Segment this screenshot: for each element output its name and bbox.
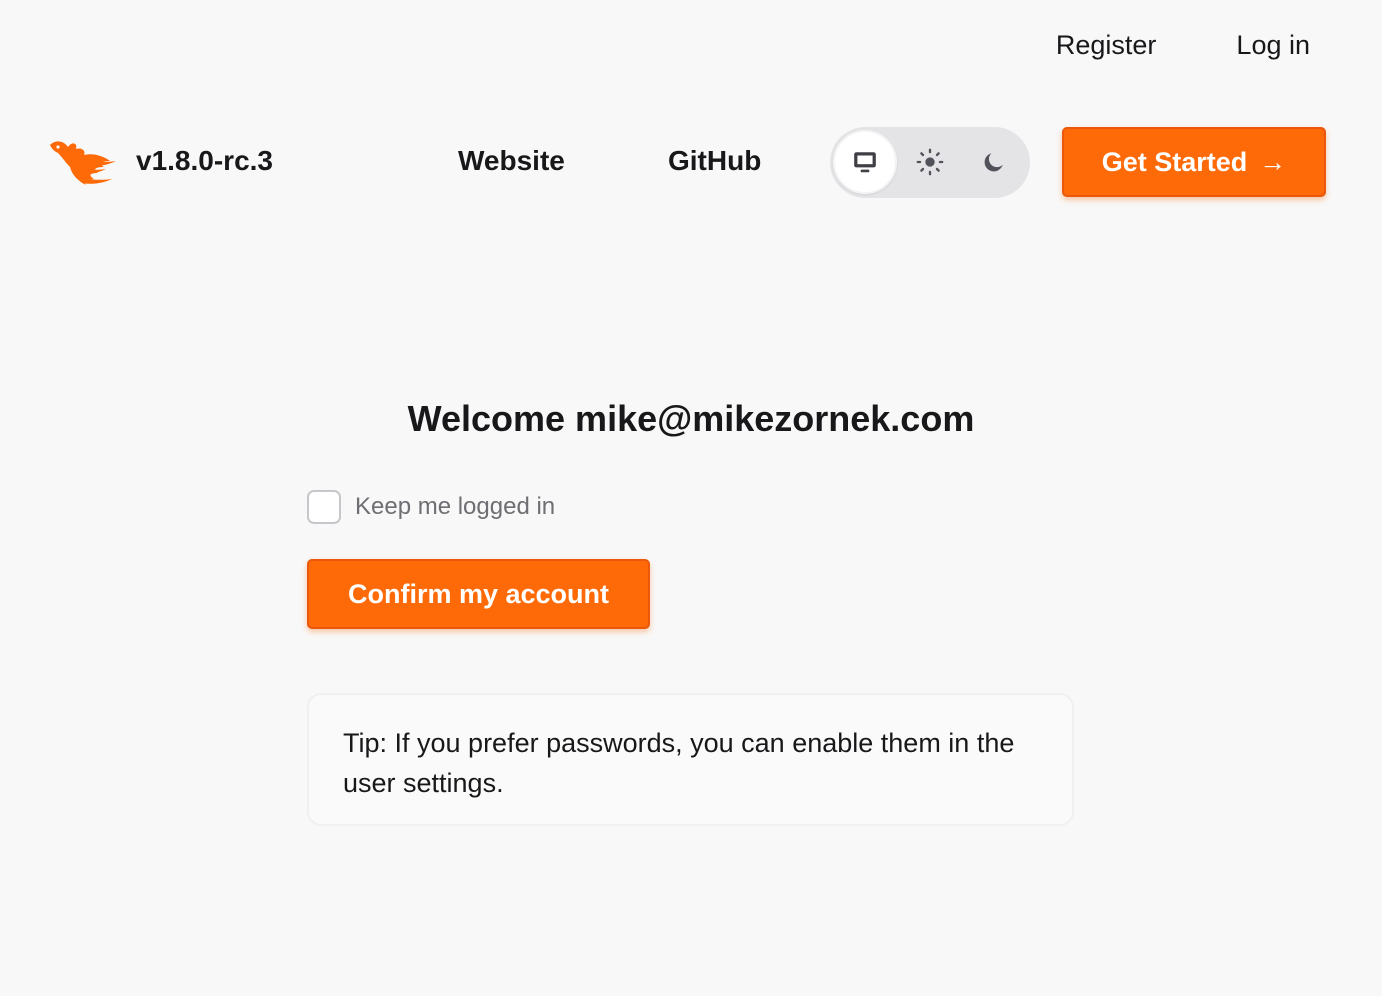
sun-icon <box>916 148 944 176</box>
top-nav: Register Log in <box>1056 30 1310 61</box>
arrow-right-icon: → <box>1259 146 1287 177</box>
keep-logged-in-row[interactable]: Keep me logged in <box>307 490 555 524</box>
monitor-icon <box>854 152 876 173</box>
site-header: v1.8.0-rc.3 Website GitHub Get Started → <box>48 127 1326 198</box>
keep-logged-in-label: Keep me logged in <box>355 493 556 520</box>
confirm-account-button[interactable]: Confirm my account <box>307 559 650 629</box>
phoenix-logo-icon[interactable] <box>48 135 120 189</box>
theme-system-button[interactable] <box>833 130 897 194</box>
page-title: Welcome mike@mikezornek.com <box>407 398 975 439</box>
get-started-label: Get Started <box>1101 146 1248 177</box>
theme-light-button[interactable] <box>898 130 962 194</box>
website-link[interactable]: Website <box>458 145 565 177</box>
github-link[interactable]: GitHub <box>668 145 761 177</box>
tip-box: Tip: If you prefer passwords, you can en… <box>307 693 1074 826</box>
tip-text: Tip: If you prefer passwords, you can en… <box>343 728 1015 798</box>
get-started-button[interactable]: Get Started → <box>1062 127 1326 197</box>
version-label: v1.8.0-rc.3 <box>136 145 273 176</box>
moon-icon <box>984 153 1003 172</box>
register-link[interactable]: Register <box>1056 30 1157 61</box>
theme-dark-button[interactable] <box>962 130 1026 194</box>
keep-logged-in-checkbox[interactable] <box>307 490 341 524</box>
theme-toggle <box>830 127 1030 198</box>
login-link[interactable]: Log in <box>1236 30 1310 61</box>
